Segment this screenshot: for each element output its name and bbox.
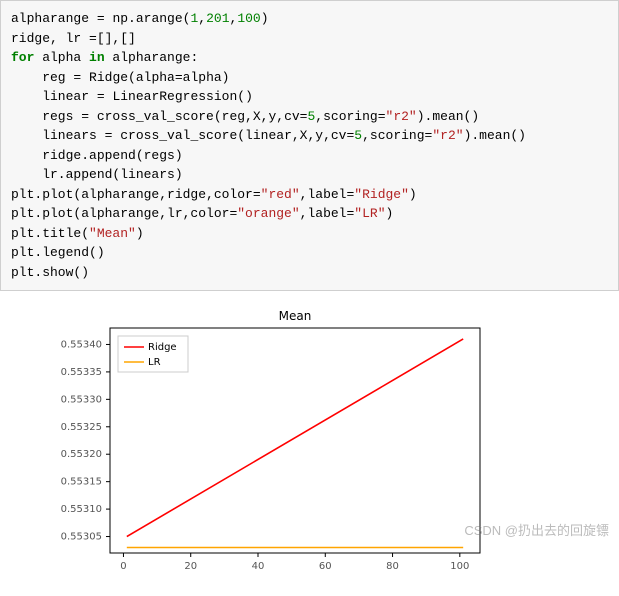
- code-line: alpharange = np.arange(1,201,100): [11, 9, 608, 29]
- code-line: plt.show(): [11, 263, 608, 283]
- code-line: regs = cross_val_score(reg,X,y,cv=5,scor…: [11, 107, 608, 127]
- code-line: ridge.append(regs): [11, 146, 608, 166]
- code-line: ridge, lr =[],[]: [11, 29, 608, 49]
- y-ticks: 0.55305 0.55310 0.55315 0.55320 0.55325 0.553…: [61, 339, 110, 542]
- svg-text:0.55315: 0.55315: [61, 477, 102, 488]
- legend: Ridge LR: [118, 336, 188, 372]
- svg-text:0.55340: 0.55340: [61, 339, 102, 350]
- svg-text:0.55310: 0.55310: [61, 504, 102, 515]
- code-line: linears = cross_val_score(linear,X,y,cv=…: [11, 126, 608, 146]
- svg-text:20: 20: [184, 561, 197, 572]
- svg-text:100: 100: [450, 561, 469, 572]
- plot-area: 0 20 40 60 80 100 0.55305 0.55310 0.55315 0.5532…: [61, 328, 480, 572]
- svg-text:80: 80: [386, 561, 399, 572]
- svg-text:0.55335: 0.55335: [61, 367, 102, 378]
- svg-text:0: 0: [120, 561, 126, 572]
- code-line: reg = Ridge(alpha=alpha): [11, 68, 608, 88]
- code-line: plt.title("Mean"): [11, 224, 608, 244]
- x-ticks: 0 20 40 60 80 100: [120, 553, 469, 572]
- chart-title: Mean: [279, 309, 312, 323]
- svg-text:60: 60: [319, 561, 332, 572]
- chart-svg: Mean 020406080100 0.553050.553100.553150…: [40, 306, 500, 586]
- svg-text:0.55330: 0.55330: [61, 394, 102, 405]
- svg-text:0.55305: 0.55305: [61, 532, 102, 543]
- code-line: plt.plot(alpharange,ridge,color="red",la…: [11, 185, 608, 205]
- code-line: linear = LinearRegression(): [11, 87, 608, 107]
- code-line: plt.legend(): [11, 243, 608, 263]
- svg-text:0.55320: 0.55320: [61, 449, 102, 460]
- legend-label-lr: LR: [148, 357, 161, 368]
- code-line: for alpha in alpharange:: [11, 48, 608, 68]
- code-block: alpharange = np.arange(1,201,100)ridge, …: [0, 0, 619, 291]
- svg-text:0.55325: 0.55325: [61, 422, 102, 433]
- svg-text:40: 40: [252, 561, 265, 572]
- legend-label-ridge: Ridge: [148, 342, 177, 353]
- code-line: plt.plot(alpharange,lr,color="orange",la…: [11, 204, 608, 224]
- chart-output: Mean 020406080100 0.553050.553100.553150…: [0, 291, 619, 596]
- code-line: lr.append(linears): [11, 165, 608, 185]
